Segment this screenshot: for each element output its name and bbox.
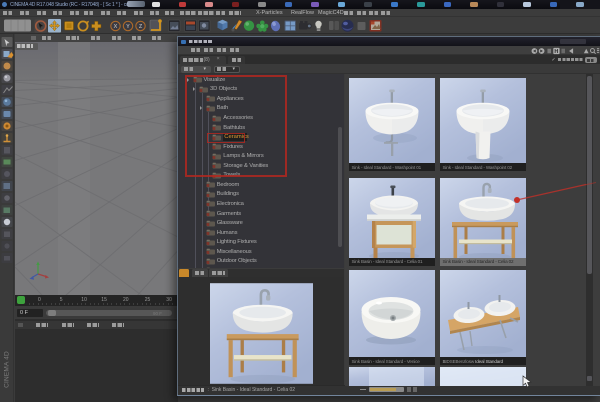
- svg-text:H: H: [554, 49, 558, 55]
- svg-text:Y: Y: [126, 24, 130, 30]
- svg-text:X: X: [114, 24, 118, 30]
